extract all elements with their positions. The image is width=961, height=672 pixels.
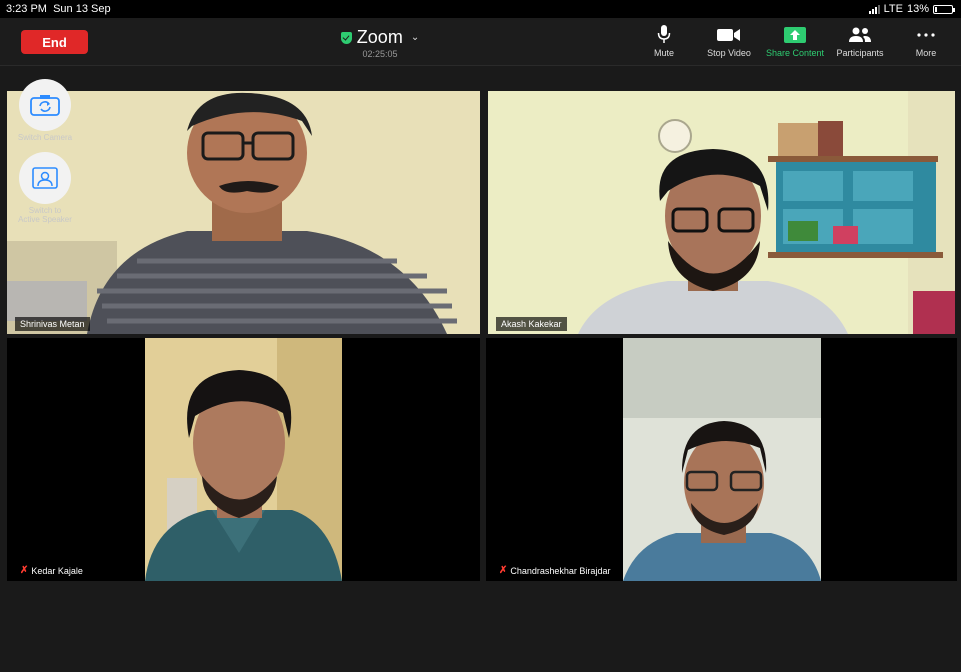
switch-camera-label: Switch Camera — [17, 133, 73, 142]
status-date: Sun 13 Sep — [53, 3, 111, 15]
share-screen-icon — [761, 24, 829, 46]
end-meeting-button[interactable]: End — [21, 30, 88, 54]
video-camera-icon — [700, 24, 758, 46]
participant-name: Kedar Kajale — [31, 565, 83, 576]
status-time: 3:23 PM — [6, 3, 47, 15]
status-time-date: 3:23 PM Sun 13 Sep — [6, 3, 111, 15]
participant-name: Akash Kakekar — [501, 319, 562, 329]
participant-name: Shrinivas Metan — [20, 319, 85, 329]
signal-icon — [868, 4, 880, 14]
switch-active-speaker-button[interactable]: Switch to Active Speaker — [17, 152, 73, 224]
switch-camera-icon — [19, 79, 71, 131]
switch-camera-button[interactable]: Switch Camera — [17, 79, 73, 142]
video-tile-shrinivas-metan[interactable]: Shrinivas Metan — [7, 91, 480, 334]
meeting-title-dropdown[interactable]: Zoom ⌄ 02:25:05 — [330, 27, 430, 59]
battery-icon — [933, 4, 955, 14]
stop-video-button[interactable]: Stop Video — [700, 24, 758, 58]
battery-level — [935, 6, 937, 12]
encryption-shield-icon — [340, 31, 352, 44]
microphone-icon — [646, 24, 682, 46]
active-speaker-icon — [19, 152, 71, 204]
status-bar: 3:23 PM Sun 13 Sep LTE 13% — [0, 0, 961, 18]
meeting-title: Zoom — [356, 27, 403, 47]
mute-button[interactable]: Mute — [646, 24, 682, 58]
network-type: LTE — [883, 3, 903, 15]
microphone-muted-icon: ✗ — [20, 565, 29, 576]
switch-speaker-label-line2: Active Speaker — [18, 215, 72, 225]
participants-label: Participants — [836, 48, 884, 58]
video-tile-chandrashekhar-birajdar[interactable]: ✗ Chandrashekhar Birajdar — [486, 338, 957, 581]
video-tile-akash-kakekar[interactable]: Akash Kakekar — [488, 91, 955, 334]
participant-video — [7, 91, 480, 334]
share-content-button[interactable]: Share Content — [761, 24, 829, 58]
mute-label: Mute — [653, 48, 674, 58]
more-icon — [906, 24, 946, 46]
more-label: More — [915, 48, 937, 58]
participant-video — [488, 91, 955, 334]
meeting-toolbar: End Zoom ⌄ 02:25:05 Mute Stop Video Shar… — [0, 18, 961, 66]
participant-video — [7, 338, 480, 581]
switch-speaker-label: Switch to Active Speaker — [17, 206, 73, 224]
share-content-label: Share Content — [765, 48, 825, 58]
participants-button[interactable]: Participants — [830, 24, 890, 58]
battery-percent: 13% — [906, 3, 929, 15]
video-tile-kedar-kajale[interactable]: ✗ Kedar Kajale — [7, 338, 480, 581]
participants-icon — [830, 24, 890, 46]
participant-name-tag: ✗ Chandrashekhar Birajdar — [494, 563, 616, 578]
status-indicators: LTE 13% — [868, 3, 955, 15]
meeting-timer: 02:25:05 — [362, 49, 398, 59]
participant-name-tag: ✗ Kedar Kajale — [15, 563, 88, 578]
microphone-muted-icon: ✗ — [499, 565, 508, 576]
chevron-down-icon: ⌄ — [410, 32, 420, 43]
more-button[interactable]: More — [906, 24, 946, 58]
participant-video — [486, 338, 957, 581]
participant-name-tag: Akash Kakekar — [496, 317, 567, 331]
switch-speaker-label-line1: Switch to — [28, 206, 62, 215]
participant-name-tag: Shrinivas Metan — [15, 317, 90, 331]
participant-name: Chandrashekhar Birajdar — [510, 565, 611, 576]
stop-video-label: Stop Video — [707, 48, 751, 58]
